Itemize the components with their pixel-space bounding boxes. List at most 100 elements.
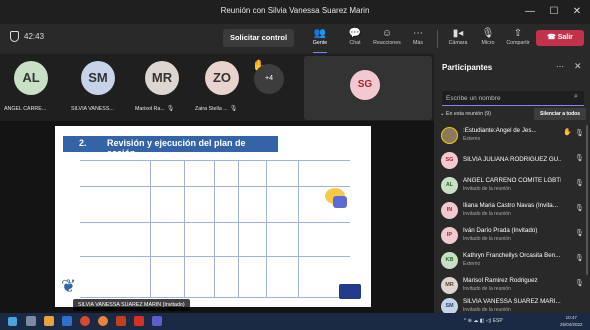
mic-button[interactable]: 🎙 Micro <box>473 27 503 53</box>
panel-scrollbar[interactable] <box>586 125 588 275</box>
people-button[interactable]: 👥 Gente <box>305 27 335 53</box>
table-line <box>150 160 151 298</box>
mic-off-icon: 🎙 <box>575 130 584 137</box>
table-line <box>80 256 350 257</box>
teams-icon[interactable] <box>152 316 162 326</box>
panel-close-icon[interactable]: ✕ <box>574 61 582 72</box>
mic-off-icon: 🎙 <box>481 28 495 39</box>
window-title: Reunión con Silvia Vanessa Suarez Marin <box>220 6 370 15</box>
participant-row[interactable]: IP Iván Darío Prada (Invitado) Invitado … <box>434 223 590 246</box>
avatar: MR <box>441 277 458 294</box>
toolbar-divider <box>437 30 438 48</box>
participant-tile[interactable]: AL ANGEL CARRE... <box>2 54 62 118</box>
slide-decoration <box>333 196 347 208</box>
tile-name-text: Marisol Ra... <box>135 106 165 112</box>
tile-name: SILVIA VANESS... <box>71 106 114 112</box>
chat-button[interactable]: 💬 Chat <box>340 27 370 53</box>
panel-title: Participantes <box>442 63 493 72</box>
table-line <box>214 160 215 298</box>
people-icon: 👥 <box>313 28 327 39</box>
mic-off-icon: 🎙 <box>575 205 584 212</box>
table-line <box>80 160 350 161</box>
more-label: Más <box>412 40 423 46</box>
participant-row[interactable]: :Estudiante:Angel de Jes... Externo ✋ 🎙 <box>434 123 590 146</box>
windows-start-icon[interactable] <box>8 317 17 326</box>
table-line <box>80 297 350 298</box>
firefox-icon[interactable] <box>98 316 108 326</box>
meeting-timer: 42:43 <box>24 32 45 41</box>
participant-tile[interactable]: MR Marisol Ra... 🎙 <box>133 54 193 118</box>
tile-name: ANGEL CARRE... <box>4 106 47 112</box>
close-window-button[interactable]: ✕ <box>567 4 587 20</box>
search-taskbar-icon[interactable] <box>26 316 36 326</box>
clock-date: 25/04/2022 <box>560 322 583 327</box>
participant-name: :Estudiante:Angel de Jes... <box>463 127 537 134</box>
participant-row[interactable]: SG SILVIA JULIANA RODRIGUEZ GU... 🎙 <box>434 148 590 171</box>
raised-hand-icon: ✋ <box>563 129 572 136</box>
participant-name: SILVIA JULIANA RODRIGUEZ GU... <box>463 156 561 163</box>
phone-icon: ☎ <box>547 34 558 41</box>
self-video-tile[interactable]: SG <box>304 56 432 120</box>
participant-search-input[interactable] <box>442 91 584 106</box>
participant-row[interactable]: IN Iliana Maria Castro Navas (Invita... … <box>434 198 590 221</box>
request-control-button[interactable]: Solicitar control <box>223 29 294 47</box>
maximize-button[interactable]: ☐ <box>544 4 564 20</box>
more-button[interactable]: ⋯ Más <box>403 27 433 53</box>
avatar: SG <box>441 152 458 169</box>
share-button[interactable]: ⇧ Compartir <box>503 27 533 53</box>
camera-label: Cámara <box>448 40 468 46</box>
search-icon: ⌕ <box>574 93 578 100</box>
participant-name: Kathryn Franchellys Orcasita Ben... <box>463 252 561 259</box>
mic-off-icon: 🎙 <box>575 155 584 162</box>
leave-label: Salir <box>557 34 573 41</box>
reactions-button[interactable]: ☺ Reacciones <box>372 27 402 53</box>
participant-role: Externo <box>463 261 481 267</box>
word-icon[interactable] <box>62 316 72 326</box>
participant-name: SILVIA VANESSA SUAREZ MARI... <box>463 298 561 305</box>
participant-row[interactable]: KB Kathryn Franchellys Orcasita Ben... E… <box>434 248 590 271</box>
table-line <box>80 186 350 187</box>
minimize-button[interactable]: — <box>520 4 540 20</box>
camera-button[interactable]: ▮◂ Cámara <box>443 27 473 53</box>
avatar: AL <box>441 177 458 194</box>
mic-off-icon: 🎙 <box>575 255 584 262</box>
title-bar: Reunión con Silvia Vanessa Suarez Marin … <box>0 0 590 24</box>
mute-all-button[interactable]: Silenciar a todos <box>534 108 586 120</box>
clock[interactable]: 10:47 25/04/2022 <box>560 314 583 328</box>
share-icon: ⇧ <box>513 28 523 39</box>
tile-name: Zaira Stella ... 🎙 <box>195 105 237 112</box>
participant-role: Invitado de la reunión <box>463 286 511 292</box>
participant-row[interactable]: MR Marisol Ramirez Rodriguez Invitado de… <box>434 273 590 296</box>
participant-role: Externo <box>463 136 481 142</box>
slide-logo <box>339 284 361 299</box>
system-tray[interactable]: ^ ⊕ ☁ ◧ ◁) ESP <box>464 318 503 324</box>
mic-off-icon: 🎙 <box>575 230 584 237</box>
chat-label: Chat <box>349 40 361 46</box>
tile-name-text: Zaira Stella ... <box>195 106 228 112</box>
powerpoint-icon[interactable] <box>116 316 126 326</box>
table-line <box>80 222 350 223</box>
participant-role: Invitado de la reunión <box>463 211 511 217</box>
participant-tile[interactable]: ZO Zaira Stella ... 🎙 <box>193 54 253 118</box>
camera-off-icon: ▮◂ <box>452 28 464 39</box>
mic-off-icon: 🎙 <box>575 280 584 287</box>
avatar <box>441 127 458 144</box>
slide-table <box>80 160 350 298</box>
participant-name: Marisol Ramirez Rodriguez <box>463 277 538 284</box>
participant-tile[interactable]: SM SILVIA VANESS... <box>69 54 129 118</box>
section-label: En esta reunión (9) <box>445 111 491 117</box>
self-avatar: SG <box>350 70 380 100</box>
participant-row[interactable]: AL ANGEL CARREÑO COMITE LGBTI... Invitad… <box>434 173 590 196</box>
chrome-icon[interactable] <box>80 316 90 326</box>
avatar: IN <box>441 202 458 219</box>
panel-more-icon[interactable]: ⋯ <box>556 62 564 71</box>
more-participants-button[interactable]: +4 <box>254 64 284 94</box>
in-meeting-section[interactable]: ⌄ En esta reunión (9) <box>440 111 491 117</box>
people-label: Gente <box>312 40 328 46</box>
leave-button[interactable]: ☎ Salir <box>536 30 584 46</box>
slide-decoration: ❦ <box>61 276 77 296</box>
file-explorer-icon[interactable] <box>44 316 54 326</box>
participants-panel: Participantes ⋯ ✕ ⌕ ⌄ En esta reunión (9… <box>434 54 590 315</box>
participant-name: ANGEL CARREÑO COMITE LGBTI... <box>463 177 561 184</box>
pdf-icon[interactable] <box>134 316 144 326</box>
